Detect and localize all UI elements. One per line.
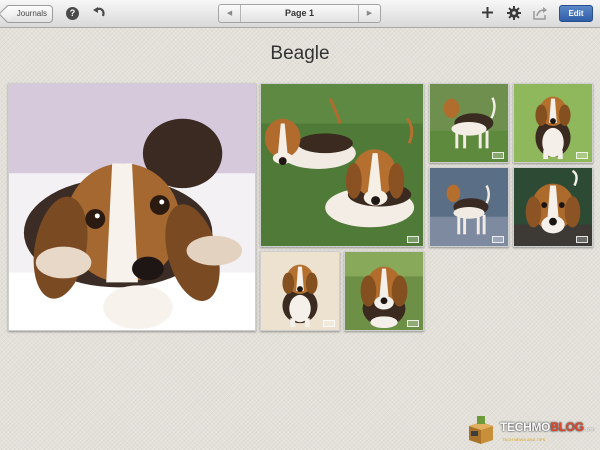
photo-tile-small[interactable] xyxy=(260,251,340,331)
help-icon[interactable]: ? xyxy=(66,7,79,20)
photo-info-icon[interactable] xyxy=(323,320,335,327)
photo-tile-small[interactable] xyxy=(513,83,593,163)
photo-tile-medium[interactable] xyxy=(260,83,424,247)
photo-info-icon[interactable] xyxy=(492,236,504,243)
beagle-profile-photo xyxy=(430,168,508,246)
next-page-icon[interactable]: ▶ xyxy=(358,5,380,22)
beagle-puppy-photo xyxy=(9,84,255,330)
photo-info-icon[interactable] xyxy=(576,236,588,243)
photo-tile-small[interactable] xyxy=(429,83,509,163)
page-title: Beagle xyxy=(270,43,330,64)
watermark-tagline: TECH NEWS AND TIPS xyxy=(502,437,546,442)
beagle-puppy-white-photo xyxy=(261,252,339,330)
add-icon[interactable] xyxy=(481,6,494,19)
photo-info-icon[interactable] xyxy=(239,320,251,327)
beagle-puppy-sitting-photo xyxy=(514,84,592,162)
photo-tile-small[interactable] xyxy=(513,167,593,247)
photo-tile-large[interactable] xyxy=(8,83,256,331)
beagle-standing-photo xyxy=(430,84,508,162)
techmoblog-watermark: TECHMOBLOG.com TECH NEWS AND TIPS xyxy=(466,410,596,446)
previous-page-icon[interactable]: ◀ xyxy=(219,5,241,22)
watermark-brand: TECHMOBLOG.com xyxy=(500,420,595,434)
undo-icon[interactable] xyxy=(92,6,106,20)
journals-back-button[interactable]: Journals xyxy=(5,5,53,23)
photo-info-icon[interactable] xyxy=(407,236,419,243)
photo-tile-small[interactable] xyxy=(344,251,424,331)
photo-info-icon[interactable] xyxy=(407,320,419,327)
photo-info-icon[interactable] xyxy=(576,152,588,159)
edit-button[interactable]: Edit xyxy=(559,5,593,22)
box-logo-icon xyxy=(469,416,493,444)
gear-icon[interactable] xyxy=(507,6,521,20)
share-icon[interactable] xyxy=(533,6,547,20)
photo-info-icon[interactable] xyxy=(492,152,504,159)
page-label: Page 1 xyxy=(284,8,315,18)
beagle-outdoors-photo xyxy=(345,252,423,330)
top-toolbar: Journals ? ◀ Page 1 ▶ Edit xyxy=(0,0,600,28)
page-navigator: ◀ Page 1 ▶ xyxy=(218,4,381,23)
photo-tile-small[interactable] xyxy=(429,167,509,247)
two-beagles-photo xyxy=(261,84,423,246)
beagle-portrait-photo xyxy=(514,168,592,246)
